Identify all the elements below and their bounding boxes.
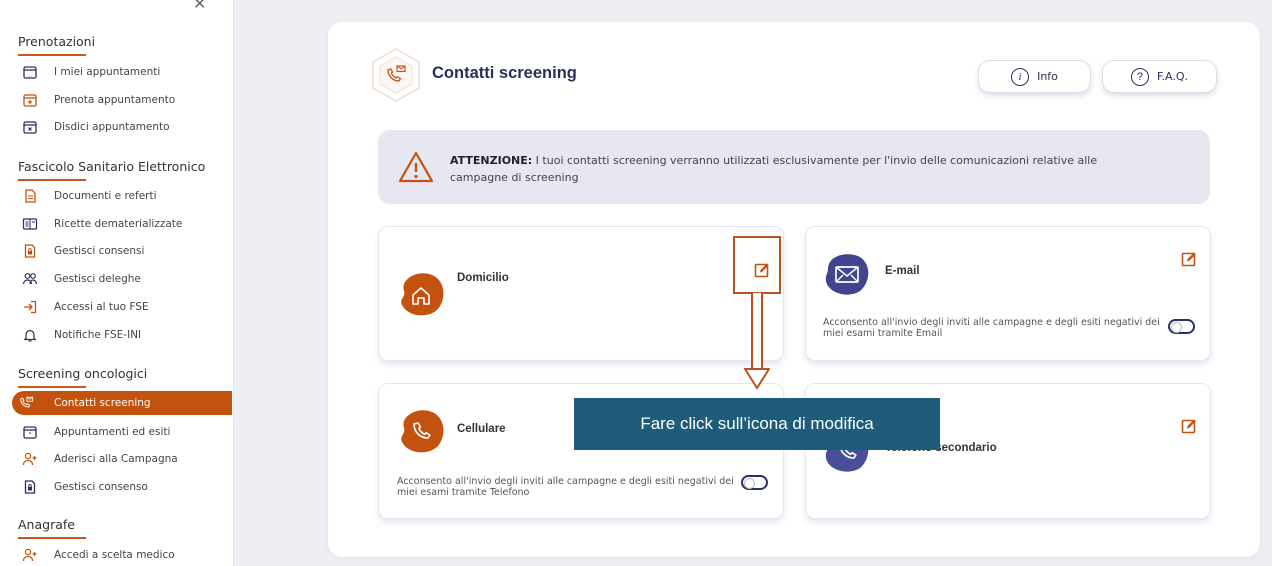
mail-icon [825, 254, 869, 295]
sidebar-item-label: Contatti screening [54, 397, 151, 409]
sidebar-item-gestisci-consensi[interactable]: Gestisci consensi [0, 239, 232, 263]
sidebar-item-label: Disdici appuntamento [54, 121, 170, 133]
phone-icon [401, 410, 444, 453]
info-label: Info [1037, 70, 1058, 83]
question-icon: ? [1130, 67, 1149, 86]
svg-text:...: ... [28, 73, 33, 79]
sidebar-item-appuntamenti-esiti[interactable]: Appuntamenti ed esiti [0, 420, 232, 444]
close-icon[interactable]: ✕ [193, 0, 206, 13]
sidebar-item-aderisci-campagna[interactable]: Aderisci alla Campagna [0, 447, 232, 471]
home-icon [401, 273, 444, 316]
phone-consent-text: Acconsento all'invio degli inviti alle c… [397, 476, 734, 498]
info-button[interactable]: i Info [978, 60, 1091, 93]
card-title: Domicilio [457, 272, 509, 284]
people-icon [22, 271, 38, 287]
sidebar-item-label: Gestisci deleghe [54, 273, 141, 285]
card-title: E-mail [885, 265, 920, 277]
phone-consent-toggle[interactable] [741, 475, 768, 490]
lock-document-icon [22, 479, 38, 495]
phone-mail-icon [18, 395, 34, 411]
calendar-icon [22, 424, 38, 440]
person-add-icon [22, 547, 38, 563]
email-consent-text: Acconsento all'invio degli inviti alle c… [823, 317, 1160, 339]
card-title: Cellulare [457, 423, 506, 435]
phone-mail-icon [372, 48, 420, 102]
calendar-add-icon [22, 92, 38, 108]
alert-strong: ATTENZIONE: [450, 154, 533, 167]
sidebar-item-scelta-medico[interactable]: Accedi a scelta medico [0, 543, 232, 566]
sidebar-item-label: Accedi a scelta medico [54, 549, 175, 561]
arrow-down-icon [744, 368, 770, 390]
sidebar-item-label: Prenota appuntamento [54, 94, 176, 106]
edit-icon[interactable] [1181, 251, 1197, 267]
lock-document-icon [22, 243, 38, 259]
section-divider [18, 179, 86, 181]
document-icon [22, 188, 38, 204]
calendar-cancel-icon [22, 119, 38, 135]
sidebar-item-label: Gestisci consensi [54, 245, 145, 257]
annotation-arrow [751, 293, 763, 371]
page-title: Contatti screening [432, 64, 577, 82]
sidebar-item-gestisci-deleghe[interactable]: Gestisci deleghe [0, 267, 232, 291]
sidebar-item-notifiche[interactable]: Notifiche FSE-INI [0, 323, 232, 347]
attention-alert: ATTENZIONE: I tuoi contatti screening ve… [378, 130, 1210, 204]
sidebar-item-ricette[interactable]: Ricette dematerializzate [0, 212, 232, 236]
prescription-icon [22, 216, 38, 232]
sidebar-item-label: Aderisci alla Campagna [54, 453, 178, 465]
section-title-anagrafe: Anagrafe [18, 517, 75, 532]
section-title-fse: Fascicolo Sanitario Elettronico [18, 159, 206, 174]
sidebar-item-gestisci-consenso[interactable]: Gestisci consenso [0, 475, 232, 499]
edit-highlight-box [733, 236, 781, 294]
section-divider [18, 54, 86, 56]
alert-text: ATTENZIONE: I tuoi contatti screening ve… [450, 152, 1140, 186]
bell-icon [22, 327, 38, 343]
alert-body: I tuoi contatti screening verranno utili… [450, 154, 1098, 184]
sidebar-item-label: Documenti e referti [54, 190, 157, 202]
warning-icon [398, 151, 434, 183]
sidebar-item-label: I miei appuntamenti [54, 66, 161, 78]
person-add-icon [22, 451, 38, 467]
calendar-icon: ... [22, 64, 38, 80]
edit-icon[interactable] [1181, 418, 1197, 434]
info-icon: i [1011, 67, 1030, 86]
sidebar-item-label: Accessi al tuo FSE [54, 301, 149, 313]
sidebar-item-documenti-e-referti[interactable]: Documenti e referti [0, 184, 232, 208]
section-divider [18, 386, 86, 388]
sidebar-item-disdici-appuntamento[interactable]: Disdici appuntamento [0, 115, 232, 139]
sidebar-item-label: Ricette dematerializzate [54, 218, 183, 230]
card-domicilio: Domicilio [378, 226, 784, 361]
email-consent-toggle[interactable] [1168, 319, 1195, 334]
section-title-screening: Screening oncologici [18, 366, 148, 381]
login-icon [22, 299, 38, 315]
sidebar-item-accessi-fse[interactable]: Accessi al tuo FSE [0, 295, 232, 319]
sidebar-item-label: Notifiche FSE-INI [54, 329, 142, 341]
card-email: E-mail Acconsento all'invio degli inviti… [805, 226, 1211, 361]
sidebar-item-i-miei-appuntamenti[interactable]: ... I miei appuntamenti [0, 60, 232, 84]
faq-label: F.A.Q. [1156, 70, 1189, 83]
instruction-callout: Fare click sull’icona di modifica [574, 398, 940, 450]
sidebar-item-prenota-appuntamento[interactable]: Prenota appuntamento [0, 88, 232, 112]
sidebar-item-label: Appuntamenti ed esiti [54, 426, 171, 438]
section-divider [18, 537, 86, 539]
sidebar-item-contatti-screening[interactable]: Contatti screening [12, 391, 232, 415]
faq-button[interactable]: ? F.A.Q. [1102, 60, 1217, 93]
section-title-prenotazioni: Prenotazioni [18, 34, 96, 49]
sidebar-item-label: Gestisci consenso [54, 481, 148, 493]
sidebar: ✕ Prenotazioni ... I miei appuntamenti P… [0, 0, 234, 566]
